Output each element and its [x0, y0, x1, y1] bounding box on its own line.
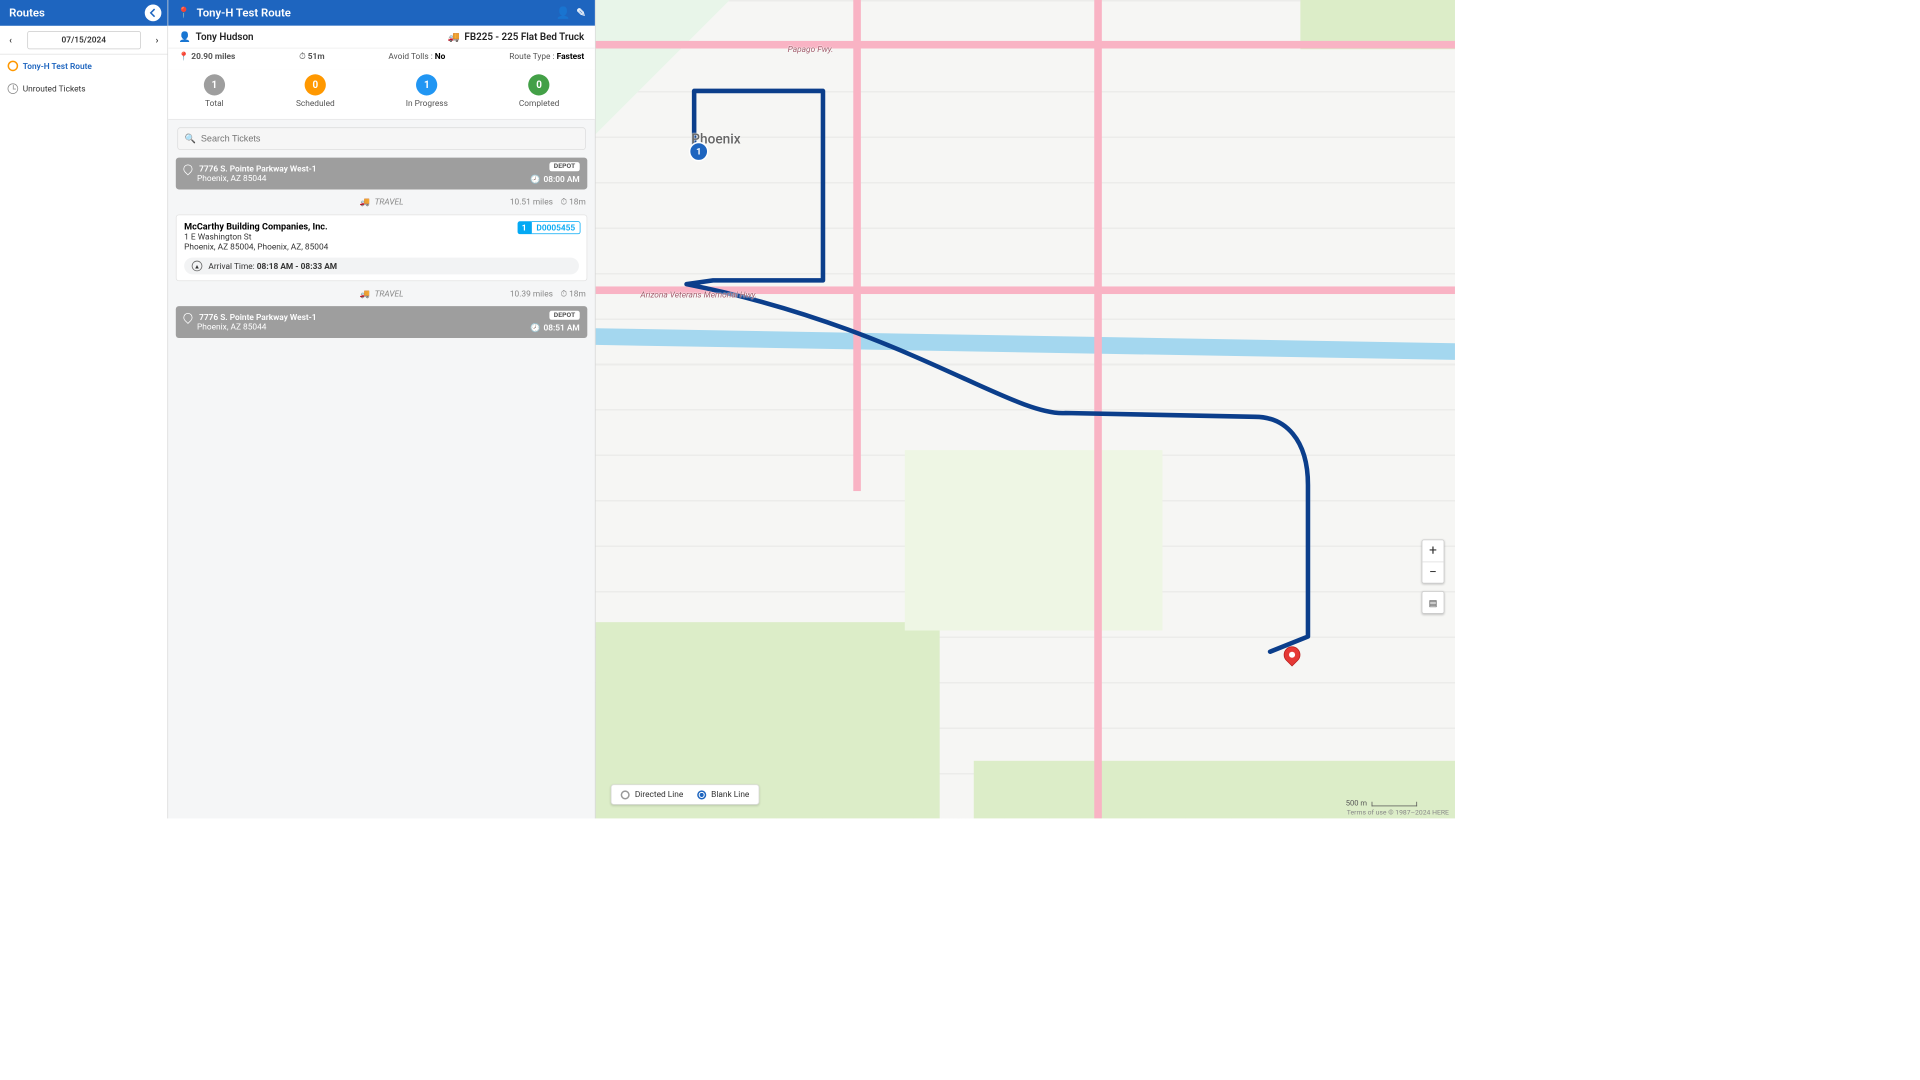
route-type-label: Route Type :	[509, 52, 554, 62]
avoid-tolls-value: No	[435, 52, 446, 62]
route-duration: 51m	[308, 52, 325, 62]
travel-icon: 🚚	[360, 197, 370, 207]
route-item-label: Unrouted Tickets	[23, 84, 86, 94]
pin-icon: 📍	[177, 7, 190, 19]
date-next-button[interactable]: ›	[151, 31, 163, 48]
arrival-label: Arrival Time:	[208, 261, 254, 271]
route-polyline	[596, 0, 1455, 818]
stop-marker-1[interactable]: 1	[689, 142, 709, 162]
clock-icon: 🕗	[530, 174, 540, 184]
status-label: In Progress	[406, 99, 448, 109]
sidebar-header: Routes	[0, 0, 167, 26]
highway-label: Arizona Veterans Memorial Hwy.	[640, 290, 757, 300]
panel-title: Tony-H Test Route	[197, 6, 291, 20]
line-style-toggle: Directed Line Blank Line	[611, 784, 759, 805]
zoom-out-button[interactable]: −	[1422, 562, 1443, 583]
sidebar-title: Routes	[9, 6, 45, 20]
date-prev-button[interactable]: ‹	[5, 31, 17, 48]
avoid-tolls-label: Avoid Tolls :	[388, 52, 432, 62]
date-field[interactable]: 07/15/2024	[27, 31, 141, 49]
directed-line-option[interactable]: Directed Line	[621, 790, 684, 800]
reassign-icon[interactable]: 👤	[556, 6, 570, 20]
status-dot-icon: ▲	[192, 261, 203, 272]
stop-seq: 1	[517, 221, 531, 234]
blank-line-option[interactable]: Blank Line	[697, 790, 749, 800]
route-item-unrouted[interactable]: Unrouted Tickets	[0, 77, 167, 100]
depot-addr2: Phoenix, AZ 85044	[197, 322, 266, 332]
status-completed[interactable]: 0 Completed	[519, 74, 559, 108]
depot-addr1: 7776 S. Pointe Parkway West-1	[199, 312, 316, 322]
map-pin-icon	[182, 311, 195, 324]
search-input[interactable]	[177, 127, 585, 150]
edit-icon[interactable]: ✎	[576, 6, 586, 20]
stopwatch-icon: ⏱	[299, 52, 306, 62]
stop-addr2: Phoenix, AZ 85004, Phoenix, AZ, 85004	[184, 242, 579, 252]
travel-segment: 🚚 TRAVEL 10.51 miles ⏱ 18m	[176, 197, 587, 207]
stop-card[interactable]: 1 D0005455 McCarthy Building Companies, …	[176, 215, 587, 282]
route-type-value: Fastest	[557, 52, 585, 62]
distance-icon: 📍	[179, 52, 189, 62]
status-count: 0	[305, 74, 326, 95]
person-icon: 👤	[179, 32, 191, 43]
travel-label: TRAVEL	[375, 197, 404, 207]
depot-end-time: 08:51 AM	[543, 323, 579, 333]
depot-addr1: 7776 S. Pointe Parkway West-1	[199, 164, 316, 174]
status-count: 0	[528, 74, 549, 95]
search-icon: 🔍	[185, 133, 196, 144]
status-row: 1 Total 0 Scheduled 1 In Progress 0 Complet…	[168, 70, 595, 120]
depot-badge: DEPOT	[549, 311, 579, 320]
travel-icon: 🚚	[360, 289, 370, 299]
zoom-control: + −	[1422, 540, 1445, 584]
status-label: Total	[204, 99, 225, 109]
map-pin-icon	[182, 163, 195, 176]
clock-icon: 🕗	[530, 323, 540, 333]
map-attribution: Terms of use © 1987–2024 HERE	[1347, 809, 1449, 817]
vehicle-name: FB225 - 225 Flat Bed Truck	[464, 32, 584, 43]
highway-label: Papago Fwy.	[788, 44, 834, 54]
map-canvas[interactable]: Phoenix Papago Fwy. Arizona Veterans Mem…	[596, 0, 1455, 818]
route-ring-icon	[8, 61, 19, 72]
depot-end-card[interactable]: DEPOT 🕗 08:51 AM 7776 S. Pointe Parkway …	[176, 306, 587, 338]
layers-button[interactable]: ▤	[1422, 591, 1445, 614]
route-item-active[interactable]: Tony-H Test Route	[0, 55, 167, 78]
travel1-dist: 10.51 miles	[510, 197, 553, 208]
travel-segment: 🚚 TRAVEL 10.39 miles ⏱ 18m	[176, 289, 587, 299]
status-count: 1	[204, 74, 225, 95]
depot-badge: DEPOT	[549, 162, 579, 171]
date-navigator: ‹ 07/15/2024 ›	[0, 26, 167, 55]
travel2-dist: 10.39 miles	[510, 288, 553, 299]
arrival-time: 08:18 AM - 08:33 AM	[257, 261, 337, 271]
status-scheduled[interactable]: 0 Scheduled	[296, 74, 335, 108]
travel2-dur: 18m	[569, 288, 586, 298]
status-label: Completed	[519, 99, 559, 109]
zoom-in-button[interactable]: +	[1422, 540, 1443, 561]
status-label: Scheduled	[296, 99, 335, 109]
driver-name: Tony Hudson	[196, 32, 254, 43]
map-scale: 500 m	[1346, 799, 1417, 807]
status-count: 1	[416, 74, 437, 95]
status-total[interactable]: 1 Total	[204, 74, 225, 108]
status-in-progress[interactable]: 1 In Progress	[406, 74, 448, 108]
back-icon[interactable]	[145, 5, 162, 22]
route-distance: 20.90 miles	[191, 52, 235, 62]
route-item-label: Tony-H Test Route	[23, 61, 92, 71]
panel-header: 📍 Tony-H Test Route 👤 ✎	[168, 0, 595, 26]
travel-label: TRAVEL	[375, 289, 404, 299]
depot-start-time: 08:00 AM	[543, 174, 579, 184]
depot-start-card[interactable]: DEPOT 🕗 08:00 AM 7776 S. Pointe Parkway …	[176, 158, 587, 190]
clock-icon	[8, 83, 19, 94]
truck-icon: 🚚	[448, 32, 460, 43]
depot-addr2: Phoenix, AZ 85044	[197, 174, 266, 184]
travel1-dur: 18m	[569, 197, 586, 207]
stop-ticket[interactable]: D0005455	[531, 221, 580, 234]
